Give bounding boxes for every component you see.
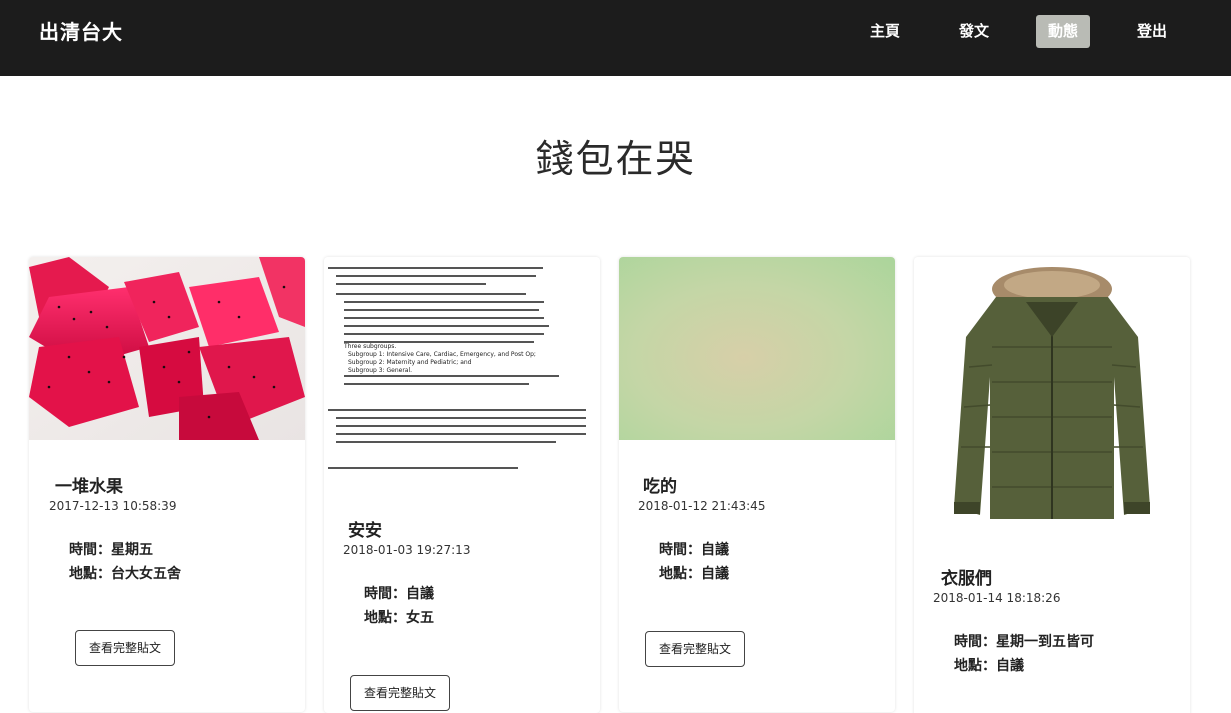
doc-scan-line: Subgroup 1: Intensive Care, Cardiac, Eme… (348, 351, 536, 358)
nav-home[interactable]: 主頁 (856, 15, 914, 48)
post-title: 吃的 (643, 477, 677, 497)
view-full-post-button[interactable]: 查看完整貼文 (75, 630, 175, 666)
post-date: 2018-01-03 19:27:13 (343, 543, 471, 557)
post-image-dragon-fruit (29, 257, 305, 440)
doc-scan-intro: Three subgroups. (344, 343, 397, 350)
top-navbar: 出清台大 主頁 發文 動態 登出 (0, 0, 1231, 76)
post-date: 2018-01-14 18:18:26 (933, 591, 1061, 605)
brand-logo[interactable]: 出清台大 (39, 16, 123, 45)
view-full-post-button[interactable]: 查看完整貼文 (350, 675, 450, 711)
doc-scan-line: Subgroup 3: General. (348, 367, 413, 374)
post-place: 地點：自議 (954, 658, 1024, 674)
doc-scan-line: Subgroup 2: Maternity and Pediatric; and (348, 359, 472, 366)
post-title: 衣服們 (941, 569, 992, 589)
post-card: Three subgroups. Subgroup 1: Intensive C… (324, 257, 600, 713)
view-full-post-button[interactable]: 查看完整貼文 (645, 631, 745, 667)
post-card: 一堆水果 2017-12-13 10:58:39 時間：星期五 地點：台大女五舍… (29, 257, 305, 712)
post-card: 衣服們 2018-01-14 18:18:26 時間：星期一到五皆可 地點：自議 (914, 257, 1190, 713)
post-place: 地點：女五 (364, 610, 434, 626)
post-time: 時間：自議 (659, 542, 729, 558)
post-date: 2017-12-13 10:58:39 (49, 499, 177, 513)
post-image-jacket (914, 257, 1190, 537)
post-date: 2018-01-12 21:43:45 (638, 499, 766, 513)
post-image-document: Three subgroups. Subgroup 1: Intensive C… (324, 257, 600, 483)
post-time: 時間：自議 (364, 586, 434, 602)
page-title: 錢包在哭 (535, 137, 696, 181)
post-time: 時間：星期五 (69, 542, 153, 558)
post-card: 吃的 2018-01-12 21:43:45 時間：自議 地點：自議 查看完整貼… (619, 257, 895, 712)
nav-logout[interactable]: 登出 (1123, 15, 1181, 48)
post-time: 時間：星期一到五皆可 (954, 634, 1094, 650)
nav-feed[interactable]: 動態 (1036, 15, 1090, 48)
post-image-green (619, 257, 895, 440)
post-title: 一堆水果 (55, 477, 123, 497)
post-place: 地點：台大女五舍 (69, 566, 181, 582)
nav-post[interactable]: 發文 (945, 15, 1003, 48)
post-place: 地點：自議 (659, 566, 729, 582)
post-title: 安安 (348, 521, 382, 541)
